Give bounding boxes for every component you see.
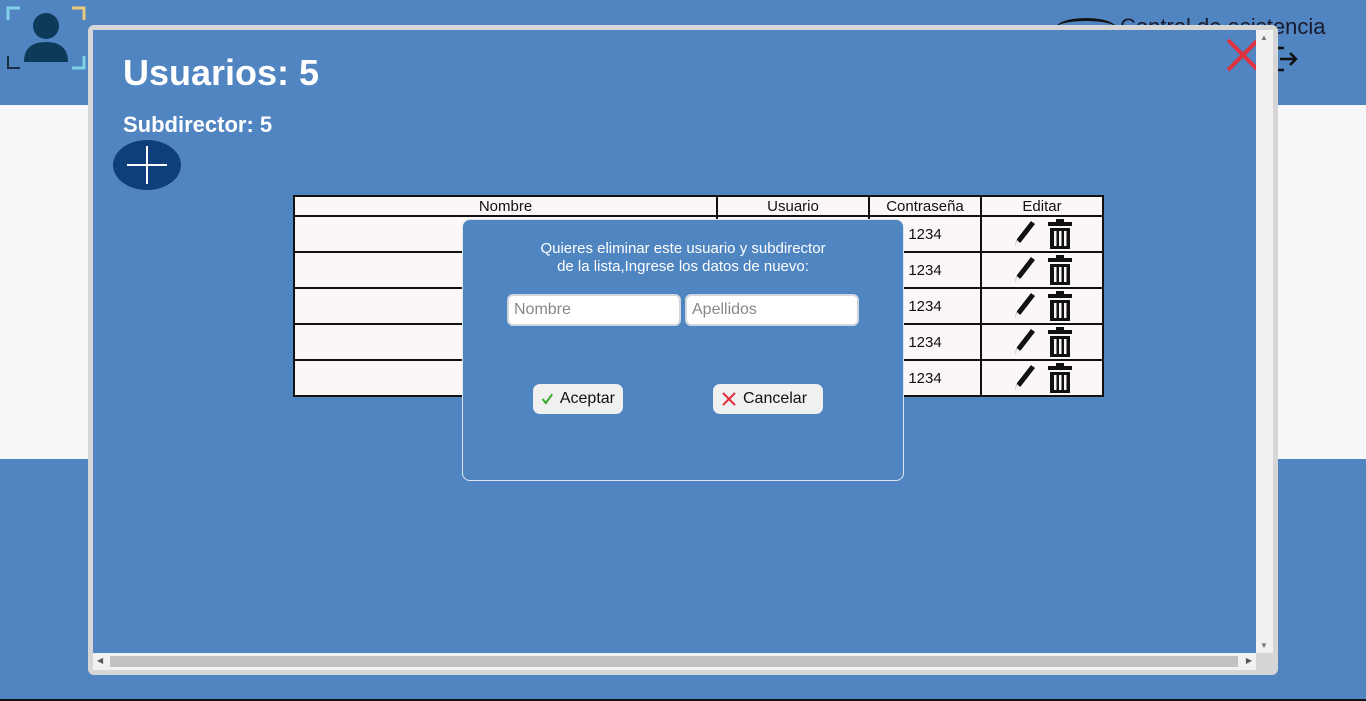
scroll-right-icon[interactable]: ▶ (1246, 656, 1252, 665)
delete-confirm-dialog: Quieres eliminar este usuario y subdirec… (462, 219, 904, 481)
accept-label: Aceptar (559, 390, 615, 407)
header-contrasena: Contraseña (868, 195, 982, 217)
plus-icon-vertical (146, 146, 148, 184)
delete-trash-icon[interactable] (1047, 362, 1073, 394)
dialog-message-line2: de la lista,Ingrese los datos de nuevo: (557, 258, 809, 275)
delete-trash-icon[interactable] (1047, 254, 1073, 286)
close-icon[interactable] (1225, 37, 1256, 73)
apellidos-input[interactable] (685, 294, 859, 326)
accept-button[interactable]: Aceptar (533, 384, 623, 414)
cancel-button[interactable]: Cancelar (713, 384, 823, 414)
cancel-label: Cancelar (743, 390, 808, 407)
table-header-row: Nombre Usuario Contraseña Editar (293, 195, 1104, 217)
vertical-scrollbar[interactable]: ▲ ▼ (1256, 30, 1273, 653)
edit-pencil-icon[interactable] (1011, 362, 1037, 394)
edit-pencil-icon[interactable] (1011, 290, 1037, 322)
edit-pencil-icon[interactable] (1011, 218, 1037, 250)
edit-pencil-icon[interactable] (1011, 254, 1037, 286)
cell-actions (980, 215, 1104, 253)
header-usuario: Usuario (716, 195, 870, 217)
delete-trash-icon[interactable] (1047, 290, 1073, 322)
dialog-message-line1: Quieres eliminar este usuario y subdirec… (540, 240, 826, 257)
add-user-button[interactable] (113, 140, 181, 190)
horizontal-scrollbar[interactable]: ◀ ▶ (93, 653, 1256, 670)
cell-actions (980, 323, 1104, 361)
subdirector-count-subtitle: Subdirector: 5 (123, 112, 273, 137)
edit-pencil-icon[interactable] (1011, 326, 1037, 358)
user-avatar-logo (6, 6, 86, 70)
close-modal-button[interactable] (1225, 37, 1256, 73)
users-count-title: Usuarios: 5 (123, 52, 320, 93)
scroll-left-icon[interactable]: ◀ (97, 656, 103, 665)
cell-actions (980, 251, 1104, 289)
scroll-down-icon[interactable]: ▼ (1260, 641, 1268, 650)
horizontal-scroll-thumb[interactable] (110, 656, 1238, 667)
header-editar: Editar (980, 195, 1104, 217)
dialog-message: Quieres eliminar este usuario y subdirec… (483, 240, 883, 276)
cell-actions (980, 287, 1104, 325)
cancel-icon (722, 392, 736, 406)
delete-trash-icon[interactable] (1047, 326, 1073, 358)
header-nombre: Nombre (293, 195, 718, 217)
delete-trash-icon[interactable] (1047, 218, 1073, 250)
cell-actions (980, 359, 1104, 397)
nombre-input[interactable] (507, 294, 681, 326)
scroll-up-icon[interactable]: ▲ (1260, 33, 1268, 42)
check-icon (541, 393, 554, 405)
